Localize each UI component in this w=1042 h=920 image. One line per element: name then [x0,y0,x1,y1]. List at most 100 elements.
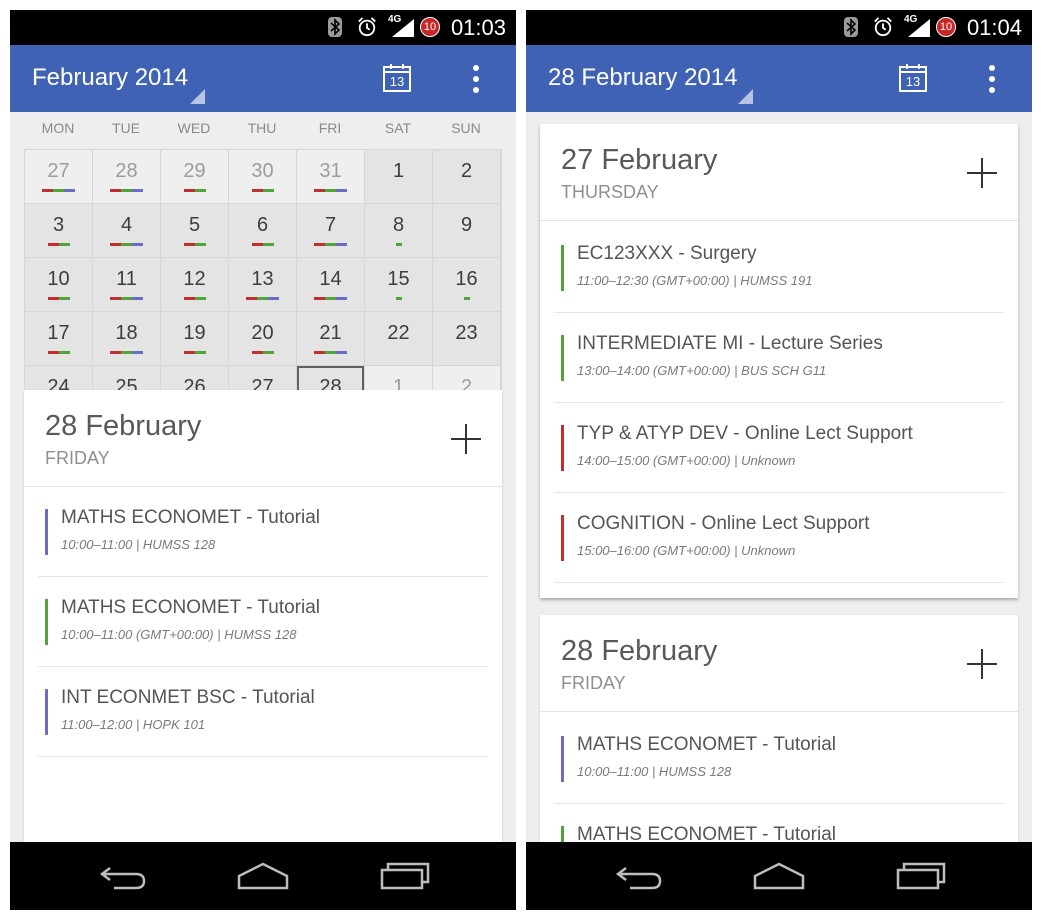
calendar-day-cell[interactable]: 10 [25,258,92,311]
weekday-label: WED [177,120,211,136]
calendar-day-cell[interactable]: 15 [365,258,432,311]
calendar-day-cell[interactable]: 11 [93,258,160,311]
back-icon[interactable] [612,860,668,892]
event-indicator [336,189,347,192]
calendar-today-icon[interactable]: 13 [899,64,927,92]
event-item[interactable]: MATHS ECONOMET - Tutorial 10:00–11:00 | … [554,714,1004,804]
event-indicator [325,351,336,354]
calendar-day-cell[interactable]: 22 [365,312,432,365]
calendar-day-number: 30 [251,160,274,182]
event-detail: 11:00–12:00 | HOPK 101 [61,717,206,732]
event-item[interactable]: INT ECONMET BSC - Tutorial 11:00–12:00 |… [38,667,488,757]
calendar-day-cell[interactable]: 6 [229,204,296,257]
event-title: INTERMEDIATE MI - Lecture Series [577,333,883,354]
calendar-day-cell[interactable]: 1 [365,150,432,203]
event-indicator [184,243,195,246]
calendar-day-cell[interactable]: 3 [25,204,92,257]
event-color-bar [45,689,48,735]
calendar-day-cell[interactable]: 18 [93,312,160,365]
event-indicator [263,351,274,354]
home-icon[interactable] [235,860,291,892]
calendar-day-number: 14 [319,268,342,290]
calendar-day-number: 16 [455,268,478,290]
calendar-day-cell[interactable]: 19 [161,312,228,365]
event-indicator [195,297,206,300]
signal-4g-icon: 4G [904,14,930,37]
calendar-day-cell[interactable]: 4 [93,204,160,257]
home-icon[interactable] [751,860,807,892]
event-title: MATHS ECONOMET - Tutorial [577,824,836,842]
day-events-card: 28 February FRIDAY MATHS ECONOMET - Tuto… [24,390,502,842]
event-item[interactable]: MATHS ECONOMET - Tutorial 10:00–11:00 | … [38,487,488,577]
calendar-day-cell[interactable]: 29 [161,150,228,203]
recents-icon[interactable] [892,860,948,892]
event-title: EC123XXX - Surgery [577,243,757,264]
event-indicator [184,351,195,354]
event-indicator [252,243,263,246]
event-indicator [396,243,402,246]
notification-badge-icon: 10 [420,17,440,37]
event-indicator [64,189,75,192]
calendar-day-cell[interactable]: 14 [297,258,364,311]
calendar-day-cell[interactable]: 9 [433,204,500,257]
calendar-day-cell[interactable]: 5 [161,204,228,257]
calendar-day-cell[interactable]: 28 [93,150,160,203]
calendar-day-cell[interactable]: 23 [433,312,500,365]
day-card-date: 28 February [561,635,718,667]
add-event-icon[interactable] [965,156,999,190]
calendar-day-cell[interactable]: 16 [433,258,500,311]
event-item[interactable]: MATHS ECONOMET - Tutorial 10:00–11:00 (G… [38,577,488,667]
day-card-weekday: THURSDAY [561,182,659,202]
calendar-day-cell[interactable]: 12 [161,258,228,311]
event-indicator [132,297,143,300]
event-indicator [257,297,268,300]
calendar-day-cell[interactable]: 13 [229,258,296,311]
event-detail: 13:00–14:00 (GMT+00:00) | BUS SCH G11 [577,363,827,378]
weekday-label: THU [247,120,277,136]
event-item[interactable]: INTERMEDIATE MI - Lecture Series 13:00–1… [554,313,1004,403]
event-indicator [48,243,59,246]
calendar-day-cell[interactable]: 27 [25,150,92,203]
calendar-day-cell[interactable]: 31 [297,150,364,203]
day-card-header: 28 February FRIDAY [540,615,1018,712]
event-indicator [59,297,70,300]
calendar-day-number: 29 [183,160,206,182]
calendar-day-cell[interactable]: 17 [25,312,92,365]
event-item[interactable]: EC123XXX - Surgery 11:00–12:30 (GMT+00:0… [554,223,1004,313]
day-events-card: 27 February THURSDAY EC123XXX - Surgery … [540,124,1018,598]
event-color-bar [561,335,564,381]
calendar-day-cell[interactable]: 8 [365,204,432,257]
event-item[interactable]: COGNITION - Online Lect Support 15:00–16… [554,493,1004,583]
event-indicator [121,351,132,354]
back-icon[interactable] [96,860,152,892]
month-selector[interactable]: February 2014 [32,64,188,92]
event-indicator [314,189,325,192]
event-title: COGNITION - Online Lect Support [577,513,870,534]
calendar-day-number: 9 [460,214,473,236]
event-color-bar [561,425,564,471]
event-color-bar [45,599,48,645]
status-bar: 4G 10 01:04 [526,10,1032,45]
calendar-day-cell[interactable]: 30 [229,150,296,203]
event-item[interactable]: TYP & ATYP DEV - Online Lect Support 14:… [554,403,1004,493]
event-item[interactable]: MATHS ECONOMET - Tutorial [554,804,1004,842]
calendar-day-cell[interactable]: 20 [229,312,296,365]
notification-badge-icon: 10 [936,17,956,37]
calendar-day-cell[interactable]: 7 [297,204,364,257]
event-indicator [252,351,263,354]
event-title: INT ECONMET BSC - Tutorial [61,687,315,708]
add-event-icon[interactable] [965,647,999,681]
day-card-date: 27 February [561,144,718,176]
date-selector[interactable]: 28 February 2014 [548,64,737,92]
event-indicator [121,243,132,246]
overflow-menu-icon[interactable] [981,64,1003,94]
overflow-menu-icon[interactable] [465,64,487,94]
notification-count: 10 [423,21,437,33]
event-indicator [195,351,206,354]
calendar-day-cell[interactable]: 2 [433,150,500,203]
add-event-icon[interactable] [449,422,483,456]
calendar-day-number: 31 [319,160,342,182]
calendar-day-cell[interactable]: 21 [297,312,364,365]
calendar-today-icon[interactable]: 13 [383,64,411,92]
recents-icon[interactable] [376,860,432,892]
